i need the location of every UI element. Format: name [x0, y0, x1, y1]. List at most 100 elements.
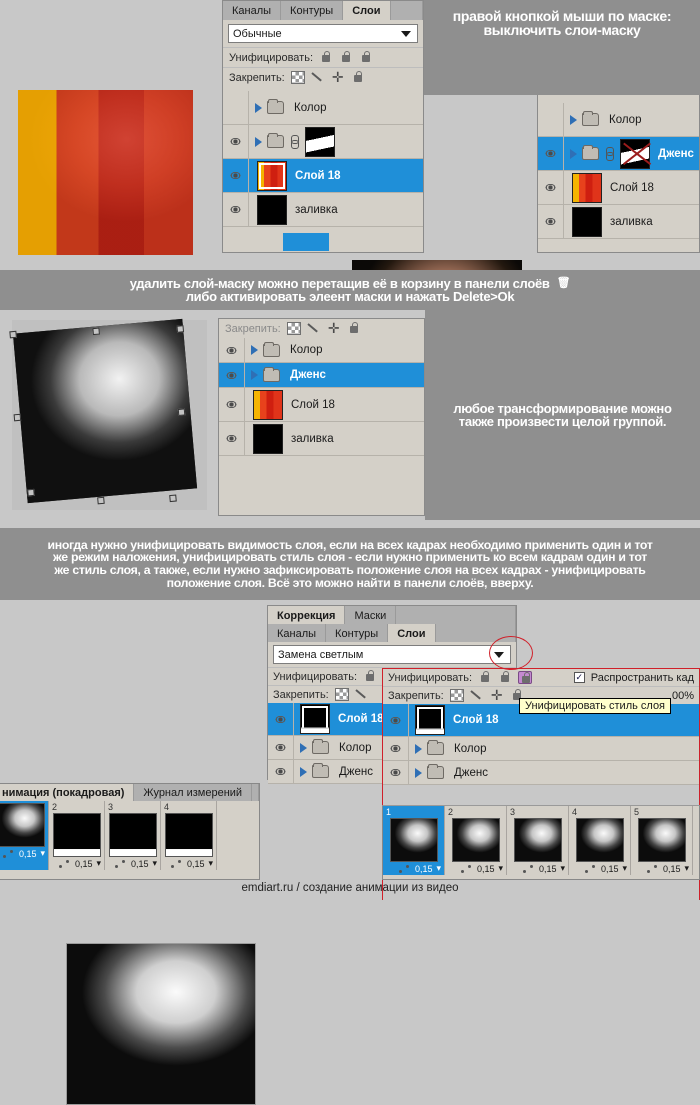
transform-handles[interactable]	[4, 312, 215, 518]
expand-arrow-icon[interactable]	[300, 742, 307, 753]
lock-move-icon[interactable]: ✛	[331, 70, 345, 84]
expand-arrow-icon[interactable]	[415, 743, 422, 754]
frame-meta[interactable]: 0,15 ▾	[161, 857, 216, 870]
link-icon[interactable]	[605, 146, 614, 161]
lock-paint-icon[interactable]	[470, 689, 484, 702]
chevron-down-icon[interactable]: ▾	[40, 848, 45, 859]
layers-panel-section1-right[interactable]: Колор Дженс Слой 18 заливка	[537, 95, 700, 253]
tween-icon[interactable]	[170, 859, 183, 868]
lock-move-icon[interactable]: ✛	[327, 321, 341, 335]
layer-visibility-toggle[interactable]	[223, 193, 249, 226]
layer-mask-thumbnail[interactable]	[300, 704, 330, 734]
handle-bottom-right[interactable]	[169, 494, 177, 503]
lock-paint-icon[interactable]	[307, 322, 321, 335]
lock-row[interactable]: Закрепить: ✛	[223, 67, 423, 87]
layer-thumbnail[interactable]	[253, 389, 283, 420]
frame-meta[interactable]: 0,15 ▾	[631, 862, 692, 875]
opacity-value[interactable]: 00%	[672, 690, 694, 702]
tween-icon[interactable]	[398, 864, 411, 873]
table-row[interactable]	[223, 125, 423, 159]
table-row[interactable]: заливка	[219, 422, 424, 456]
expand-arrow-icon[interactable]	[255, 102, 262, 113]
handle-top-left[interactable]	[9, 330, 17, 339]
layer-thumbnail[interactable]	[257, 194, 287, 225]
tab-layers[interactable]: Слои	[388, 624, 436, 642]
expand-arrow-icon[interactable]	[300, 766, 307, 777]
expand-arrow-icon[interactable]	[570, 114, 577, 125]
layer-mask-thumbnail[interactable]	[415, 705, 445, 735]
unify-row[interactable]: Унифицировать:	[223, 47, 423, 67]
lock-paint-icon[interactable]	[355, 688, 369, 701]
list-item[interactable]: 2 0,15 ▾	[445, 806, 507, 875]
chevron-down-icon[interactable]: ▾	[208, 858, 213, 869]
frame-thumbnail[interactable]	[52, 813, 101, 857]
frame-meta[interactable]: 0,15 ▾	[569, 862, 630, 875]
chevron-down-icon[interactable]: ▾	[498, 863, 503, 874]
chevron-down-icon[interactable]: ▾	[560, 863, 565, 874]
tab-masks[interactable]: Маски	[345, 606, 397, 624]
tab-paths[interactable]: Контуры	[281, 1, 344, 20]
chevron-down-icon[interactable]: ▾	[152, 858, 157, 869]
table-row[interactable]: Дженс	[383, 761, 699, 785]
frame-delay[interactable]: 0,15	[601, 864, 619, 874]
layers-panel-section1[interactable]: Каналы Контуры Слои Обычные Унифицироват…	[222, 0, 424, 253]
layer-visibility-toggle[interactable]	[383, 704, 409, 736]
expand-arrow-icon[interactable]	[570, 148, 577, 159]
tab-layers[interactable]: Слои	[343, 1, 391, 20]
tween-icon[interactable]	[584, 864, 597, 873]
list-item[interactable]: 4 0,15 ▾	[161, 801, 217, 870]
layer-visibility-toggle[interactable]	[268, 736, 294, 759]
chevron-down-icon[interactable]: ▾	[684, 863, 689, 874]
list-item[interactable]: 3 0,15 ▾	[105, 801, 161, 870]
list-item[interactable]: 1 0,15 ▾	[383, 806, 445, 875]
frame-strip-right[interactable]: 1 0,15 ▾ 2 0,15 ▾ 3 0,15 ▾ 4 0,15 ▾ 5 0,…	[383, 806, 699, 875]
table-row[interactable]: Колор	[383, 737, 699, 761]
lock-transparency-icon[interactable]	[449, 689, 464, 702]
lock-transparency-icon[interactable]	[286, 322, 301, 335]
tab-adjustments[interactable]: Коррекция	[268, 606, 346, 624]
animation-tabbar[interactable]: нимация (покадровая) Журнал измерений	[0, 784, 259, 801]
table-row[interactable]: Слой 18	[223, 159, 423, 193]
expand-arrow-icon[interactable]	[255, 136, 262, 147]
frame-meta[interactable]: 0,15 ▾	[507, 862, 568, 875]
layer-thumbnail[interactable]	[572, 172, 602, 203]
list-item[interactable]: 4 0,15 ▾	[569, 806, 631, 875]
lock-transparency-icon[interactable]	[290, 71, 305, 84]
expand-arrow-icon[interactable]	[415, 767, 422, 778]
layer-visibility-toggle[interactable]	[268, 760, 294, 783]
tween-icon[interactable]	[58, 859, 71, 868]
unify-row[interactable]: Унифицировать: ✓ Распространить кад	[383, 669, 699, 686]
lock-paint-icon[interactable]	[311, 71, 325, 84]
panel-tabbar[interactable]: Каналы Контуры Слои	[268, 624, 516, 642]
layers-list-section3-right[interactable]: Слой 18 Колор Дженс	[383, 704, 699, 785]
list-item[interactable]: 5 0,15 ▾	[631, 806, 693, 875]
tween-icon[interactable]	[2, 849, 15, 858]
handle-bottom-center[interactable]	[97, 496, 105, 505]
table-row[interactable]: заливка	[538, 205, 699, 239]
frame-thumbnail[interactable]	[513, 818, 562, 862]
layer-visibility-toggle[interactable]	[538, 205, 564, 238]
animation-panel-left[interactable]: нимация (покадровая) Журнал измерений 0,…	[0, 783, 260, 880]
frame-meta[interactable]: 0,15 ▾	[0, 847, 48, 860]
propagate-checkbox[interactable]: ✓	[573, 672, 585, 683]
unify-style-icon[interactable]	[518, 671, 533, 684]
handle-middle-right[interactable]	[177, 408, 186, 417]
layer-mask-thumbnail[interactable]	[305, 126, 335, 157]
layer-visibility-toggle[interactable]	[219, 363, 245, 387]
layer-visibility-toggle[interactable]	[219, 388, 245, 421]
table-row[interactable]: Колор	[219, 338, 424, 363]
layer-visibility-toggle[interactable]	[219, 338, 245, 362]
table-row[interactable]: Дженс	[219, 363, 424, 388]
layer-thumbnail[interactable]	[572, 206, 602, 237]
blend-mode-select[interactable]: Замена светлым	[273, 645, 511, 664]
layer-visibility-toggle[interactable]	[268, 703, 294, 735]
table-row[interactable]: заливка	[223, 193, 423, 227]
frame-delay[interactable]: 0,15	[75, 859, 93, 869]
handle-top-right[interactable]	[176, 325, 185, 333]
tween-icon[interactable]	[522, 864, 535, 873]
link-icon[interactable]	[290, 134, 299, 149]
frame-thumbnail[interactable]	[637, 818, 686, 862]
frame-delay[interactable]: 0,15	[187, 859, 205, 869]
frame-thumbnail[interactable]	[108, 813, 157, 857]
table-row[interactable]: Колор	[223, 91, 423, 125]
